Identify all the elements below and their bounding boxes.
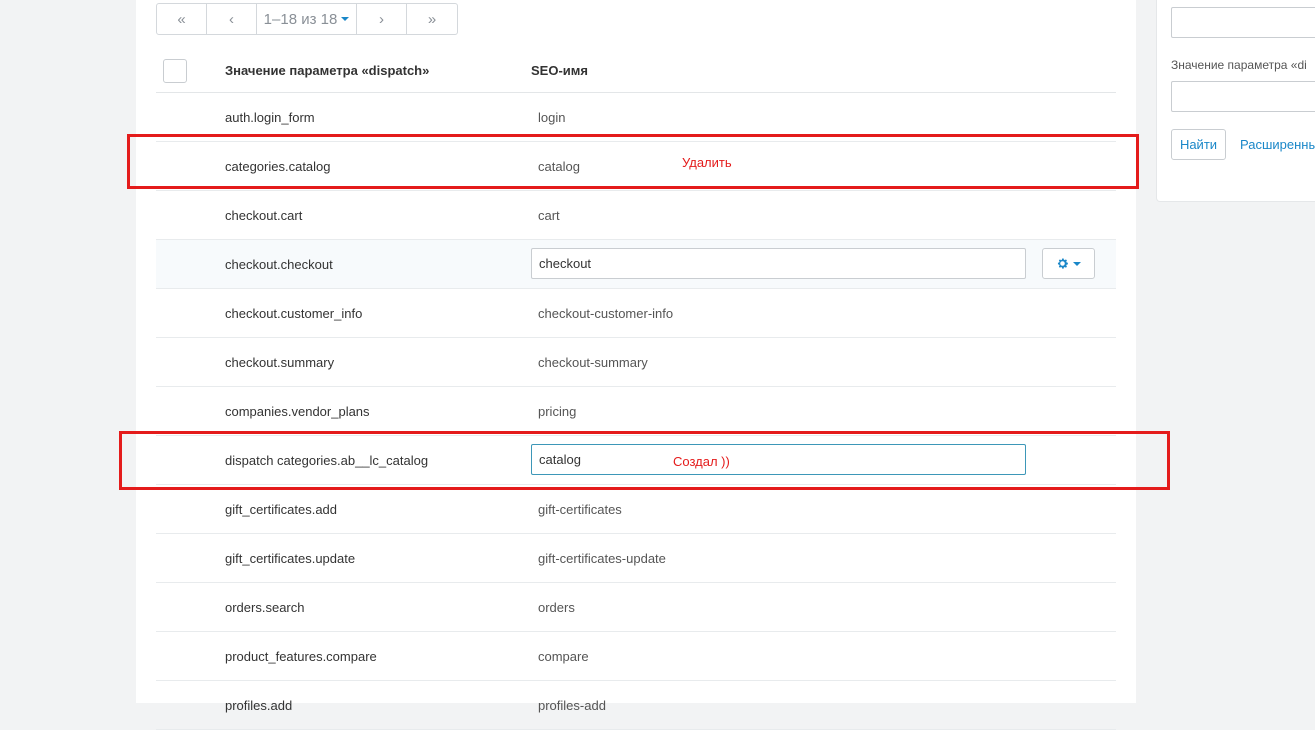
seo-name[interactable]: gift-certificates-update <box>538 551 666 566</box>
table-row[interactable]: gift_certificates.add gift-certificates <box>156 485 1116 534</box>
table-row[interactable]: checkout.summary checkout-summary <box>156 338 1116 387</box>
seo-name[interactable]: login <box>538 110 565 125</box>
seo-name[interactable]: profiles-add <box>538 698 606 713</box>
table-row[interactable]: checkout.checkout <box>156 240 1116 289</box>
param-value: checkout.summary <box>225 355 335 370</box>
sidebar-param-label: Значение параметра «di <box>1171 58 1307 72</box>
row-actions-button[interactable] <box>1042 248 1095 279</box>
seo-name[interactable]: pricing <box>538 404 576 419</box>
pagination: « ‹ 1–18 из 18 › » <box>156 3 458 35</box>
caret-down-icon <box>341 17 350 21</box>
table-row[interactable]: gift_certificates.update gift-certificat… <box>156 534 1116 583</box>
table-row[interactable]: checkout.cart cart <box>156 191 1116 240</box>
first-page-button[interactable]: « <box>157 4 207 34</box>
param-value: gift_certificates.add <box>225 502 338 517</box>
page-info-dropdown[interactable]: 1–18 из 18 <box>257 4 357 34</box>
seo-name[interactable]: gift-certificates <box>538 502 622 517</box>
next-page-button[interactable]: › <box>357 4 407 34</box>
param-value: checkout.cart <box>225 208 303 223</box>
advanced-search-link[interactable]: Расширенный <box>1240 137 1315 152</box>
param-value: gift_certificates.update <box>225 551 356 566</box>
sidebar-search-input[interactable] <box>1171 7 1315 38</box>
table-row[interactable]: product_features.compare compare <box>156 632 1116 681</box>
param-value: profiles.add <box>225 698 293 713</box>
annotation-box-delete <box>127 134 1139 189</box>
gear-icon <box>1057 258 1068 269</box>
seo-name[interactable]: orders <box>538 600 575 615</box>
annotation-created-label: Создал )) <box>673 454 730 469</box>
select-all-checkbox[interactable] <box>163 59 187 83</box>
prev-page-button[interactable]: ‹ <box>207 4 257 34</box>
seo-name[interactable]: cart <box>538 208 560 223</box>
param-value: checkout.customer_info <box>225 306 363 321</box>
table-row[interactable]: checkout.customer_info checkout-customer… <box>156 289 1116 338</box>
sidebar-param-input[interactable] <box>1171 81 1315 112</box>
sidebar-search-panel: Значение параметра «di Найти Расширенный <box>1156 0 1315 202</box>
last-page-button[interactable]: » <box>407 4 457 34</box>
param-value: product_features.compare <box>225 649 377 664</box>
search-button[interactable]: Найти <box>1171 129 1226 160</box>
column-header-param[interactable]: Значение параметра «dispatch» <box>225 63 429 78</box>
column-header-seo[interactable]: SEO-имя <box>531 63 588 78</box>
annotation-box-created <box>119 431 1170 490</box>
table-row[interactable]: profiles.add profiles-add <box>156 681 1116 730</box>
annotation-delete-label: Удалить <box>682 155 732 170</box>
seo-name[interactable]: compare <box>538 649 589 664</box>
table-row[interactable]: companies.vendor_plans pricing <box>156 387 1116 436</box>
seo-name[interactable]: checkout-summary <box>538 355 648 370</box>
seo-name[interactable]: checkout-customer-info <box>538 306 673 321</box>
table-header: Значение параметра «dispatch» SEO-имя <box>156 48 1116 93</box>
param-value: auth.login_form <box>225 110 315 125</box>
param-value: orders.search <box>225 600 305 615</box>
table-row[interactable]: orders.search orders <box>156 583 1116 632</box>
page-info-label: 1–18 из 18 <box>263 10 338 28</box>
param-value: checkout.checkout <box>225 257 333 272</box>
param-value: companies.vendor_plans <box>225 404 370 419</box>
seo-name-input[interactable] <box>531 248 1026 279</box>
caret-down-icon <box>1073 261 1081 266</box>
